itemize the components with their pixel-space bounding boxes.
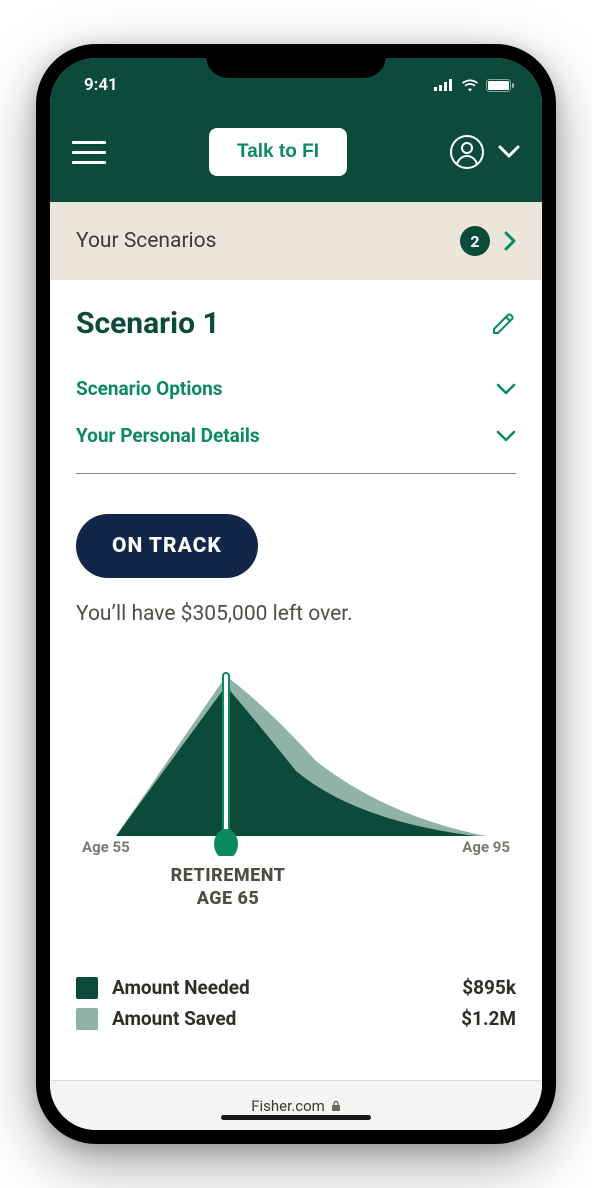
chevron-down-icon[interactable]: [498, 145, 520, 159]
divider: [76, 473, 516, 474]
chevron-down-icon: [496, 430, 516, 442]
wifi-icon: [461, 79, 479, 92]
home-indicator[interactable]: [221, 1115, 371, 1120]
menu-button[interactable]: [72, 141, 106, 164]
legend-saved-row: Amount Saved $1.2M: [76, 1007, 516, 1030]
lock-icon: [331, 1100, 341, 1112]
legend-saved-value: $1.2M: [461, 1007, 516, 1030]
chart-svg: [96, 666, 496, 856]
content: Scenario 1 Scenario Options Your Persona…: [50, 280, 542, 1130]
your-scenarios-label: Your Scenarios: [76, 229, 216, 253]
scenario-title-row: Scenario 1: [76, 306, 516, 341]
scenario-title: Scenario 1: [76, 306, 220, 341]
phone-frame: 9:41 Talk to FI Your Scenarios 2: [36, 44, 556, 1144]
your-scenarios-bar[interactable]: Your Scenarios 2: [50, 202, 542, 280]
cellular-icon: [434, 79, 454, 91]
legend-needed-row: Amount Needed $895k: [76, 976, 516, 999]
legend-saved-swatch: [76, 1008, 98, 1030]
on-track-pill: ON TRACK: [76, 514, 258, 578]
status-time: 9:41: [84, 75, 118, 95]
scenario-options-accordion[interactable]: Scenario Options: [76, 365, 516, 412]
axis-left-label: Age 55: [82, 838, 130, 856]
browser-bar: Fisher.com: [50, 1080, 542, 1130]
app-header: Talk to FI: [50, 112, 542, 202]
status-icons: [434, 79, 514, 92]
legend-needed-value: $895k: [462, 976, 516, 999]
retirement-text-1: RETIREMENT: [148, 864, 308, 887]
scenario-options-label: Scenario Options: [76, 377, 223, 400]
axis-right-label: Age 95: [462, 838, 510, 856]
browser-domain: Fisher.com: [251, 1097, 325, 1115]
scenarios-right: 2: [460, 226, 516, 256]
retirement-chart: Age 55 Age 95 RETIREMENT AGE 65: [76, 666, 516, 916]
edit-icon[interactable]: [490, 311, 516, 337]
chevron-right-icon[interactable]: [504, 231, 516, 251]
legend-needed-label: Amount Needed: [112, 976, 462, 999]
legend-needed-swatch: [76, 977, 98, 999]
summary-text: You’ll have $305,000 left over.: [76, 602, 516, 626]
personal-details-label: Your Personal Details: [76, 424, 260, 447]
talk-to-fi-button[interactable]: Talk to FI: [209, 128, 347, 176]
header-right: [450, 135, 520, 169]
profile-icon[interactable]: [450, 135, 484, 169]
retirement-text-2: AGE 65: [148, 887, 308, 910]
chevron-down-icon: [496, 383, 516, 395]
battery-icon: [486, 79, 514, 92]
retirement-age-label: RETIREMENT AGE 65: [148, 864, 308, 911]
notch: [206, 44, 386, 78]
legend-saved-label: Amount Saved: [112, 1007, 461, 1030]
retirement-marker-line-inner: [224, 674, 228, 842]
scenarios-count-badge: 2: [460, 226, 490, 256]
phone-screen: 9:41 Talk to FI Your Scenarios 2: [50, 58, 542, 1130]
personal-details-accordion[interactable]: Your Personal Details: [76, 412, 516, 459]
